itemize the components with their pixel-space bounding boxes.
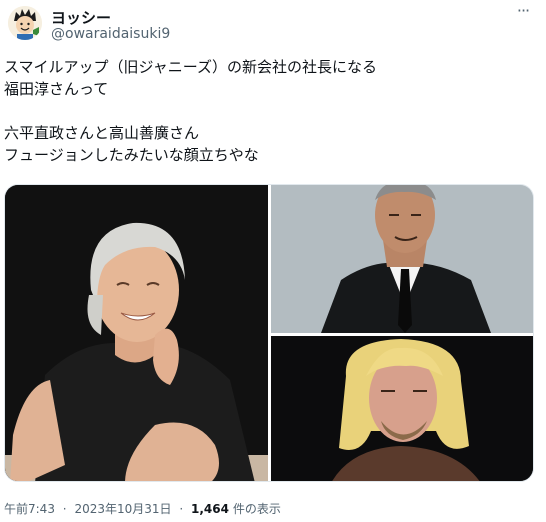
tweet-text-line: スマイルアップ（旧ジャニーズ）の新会社の社長になる: [4, 58, 378, 76]
cartoon-avatar-icon: [8, 6, 42, 40]
timestamp-date[interactable]: 2023年10月31日: [74, 502, 171, 516]
photo-image: [271, 336, 533, 481]
photo-1[interactable]: [5, 185, 268, 481]
photo-image: [271, 185, 533, 333]
more-options-icon[interactable]: ···: [512, 3, 534, 26]
photo-3[interactable]: [271, 336, 533, 481]
tweet-text-line: 福田淳さんって: [4, 80, 109, 98]
tweet-footer: 午前7:43 · 2023年10月31日 · 1,464 件の表示: [4, 500, 281, 517]
tweet-text: スマイルアップ（旧ジャニーズ）の新会社の社長になる 福田淳さんって 六平直政さん…: [4, 56, 534, 166]
views-label: 件の表示: [232, 502, 281, 516]
photo-2[interactable]: [271, 185, 533, 333]
display-name[interactable]: ヨッシー: [51, 7, 111, 28]
avatar[interactable]: [8, 6, 42, 40]
user-handle[interactable]: @owaraidaisuki9: [51, 26, 170, 42]
tweet-text-line: [4, 100, 534, 122]
photo-image: [5, 185, 268, 481]
tweet-text-line: フュージョンしたみたいな顔立ちやな: [4, 146, 259, 164]
separator: ·: [62, 502, 67, 516]
tweet-header: ヨッシー @owaraidaisuki9 ···: [6, 3, 540, 44]
separator: ·: [179, 502, 184, 516]
timestamp-time[interactable]: 午前7:43: [4, 502, 55, 516]
views-count[interactable]: 1,464: [191, 502, 229, 516]
media-grid: [4, 184, 534, 482]
tweet-text-line: 六平直政さんと高山善廣さん: [4, 124, 200, 142]
